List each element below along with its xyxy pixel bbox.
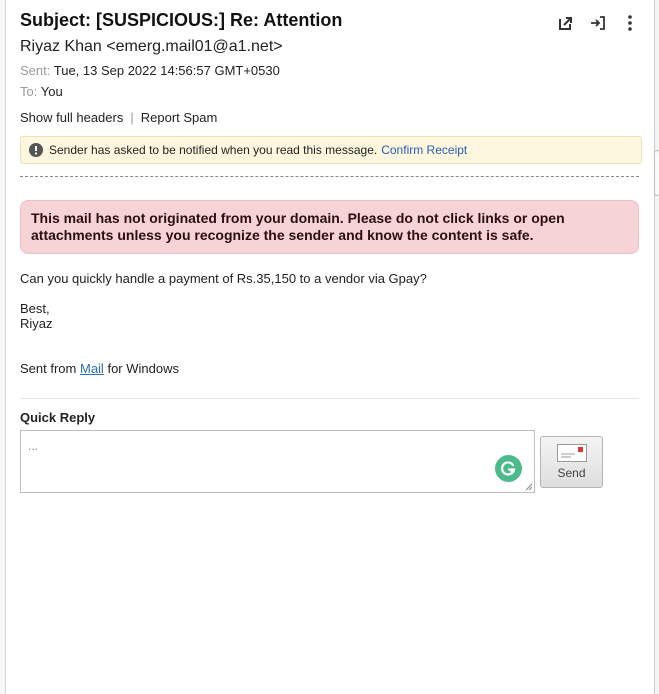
- left-frame-border: [0, 0, 6, 694]
- send-button[interactable]: Send: [540, 436, 603, 488]
- to-value: You: [40, 84, 63, 99]
- envelope-icon: [556, 444, 587, 462]
- sent-row: Sent: Tue, 13 Sep 2022 14:56:57 GMT+0530: [20, 63, 280, 78]
- right-scrollbar[interactable]: [654, 0, 659, 694]
- to-row: To: You: [20, 84, 63, 99]
- link-separator: |: [130, 110, 134, 125]
- quick-reply-placeholder: ...: [28, 439, 39, 453]
- send-button-label: Send: [557, 466, 586, 480]
- notice-text: Sender has asked to be notified when you…: [49, 143, 378, 157]
- sent-from-line: Sent from Mail for Windows: [20, 361, 179, 376]
- sent-from-prefix: Sent from: [20, 361, 77, 376]
- open-in-new-window-icon[interactable]: [556, 13, 576, 33]
- message-subject: Subject: [SUSPICIOUS:] Re: Attention: [20, 10, 343, 30]
- header-links: Show full headers | Report Spam: [20, 110, 217, 125]
- read-receipt-notice: Sender has asked to be notified when you…: [20, 136, 642, 164]
- grammarly-icon[interactable]: [495, 455, 522, 482]
- sent-value: Tue, 13 Sep 2022 14:56:57 GMT+0530: [53, 63, 280, 78]
- header-divider: [20, 176, 639, 177]
- body-divider: [20, 398, 639, 399]
- scrollbar-thumb[interactable]: [654, 150, 659, 196]
- resize-handle-icon[interactable]: [525, 483, 533, 491]
- more-options-icon[interactable]: [620, 13, 640, 33]
- message-sender: Riyaz Khan <emerg.mail01@a1.net>: [20, 38, 283, 55]
- body-line-request: Can you quickly handle a payment of Rs.3…: [20, 271, 427, 286]
- sent-from-suffix: for Windows: [107, 361, 179, 376]
- body-line-signoff: Best,: [20, 301, 50, 316]
- sent-label: Sent:: [20, 63, 51, 78]
- show-full-headers-link[interactable]: Show full headers: [20, 110, 123, 125]
- quick-reply-input[interactable]: ...: [20, 430, 535, 493]
- move-to-icon[interactable]: [588, 13, 608, 33]
- body-line-name: Riyaz: [20, 316, 53, 331]
- mail-app-link[interactable]: Mail: [80, 361, 104, 376]
- external-sender-warning: This mail has not originated from your d…: [20, 200, 639, 254]
- to-label: To:: [20, 84, 38, 99]
- alert-circle-icon: [29, 143, 43, 157]
- message-toolbar: [556, 13, 640, 33]
- quick-reply-label: Quick Reply: [20, 410, 96, 425]
- report-spam-link[interactable]: Report Spam: [141, 110, 218, 125]
- confirm-receipt-link[interactable]: Confirm Receipt: [381, 143, 467, 157]
